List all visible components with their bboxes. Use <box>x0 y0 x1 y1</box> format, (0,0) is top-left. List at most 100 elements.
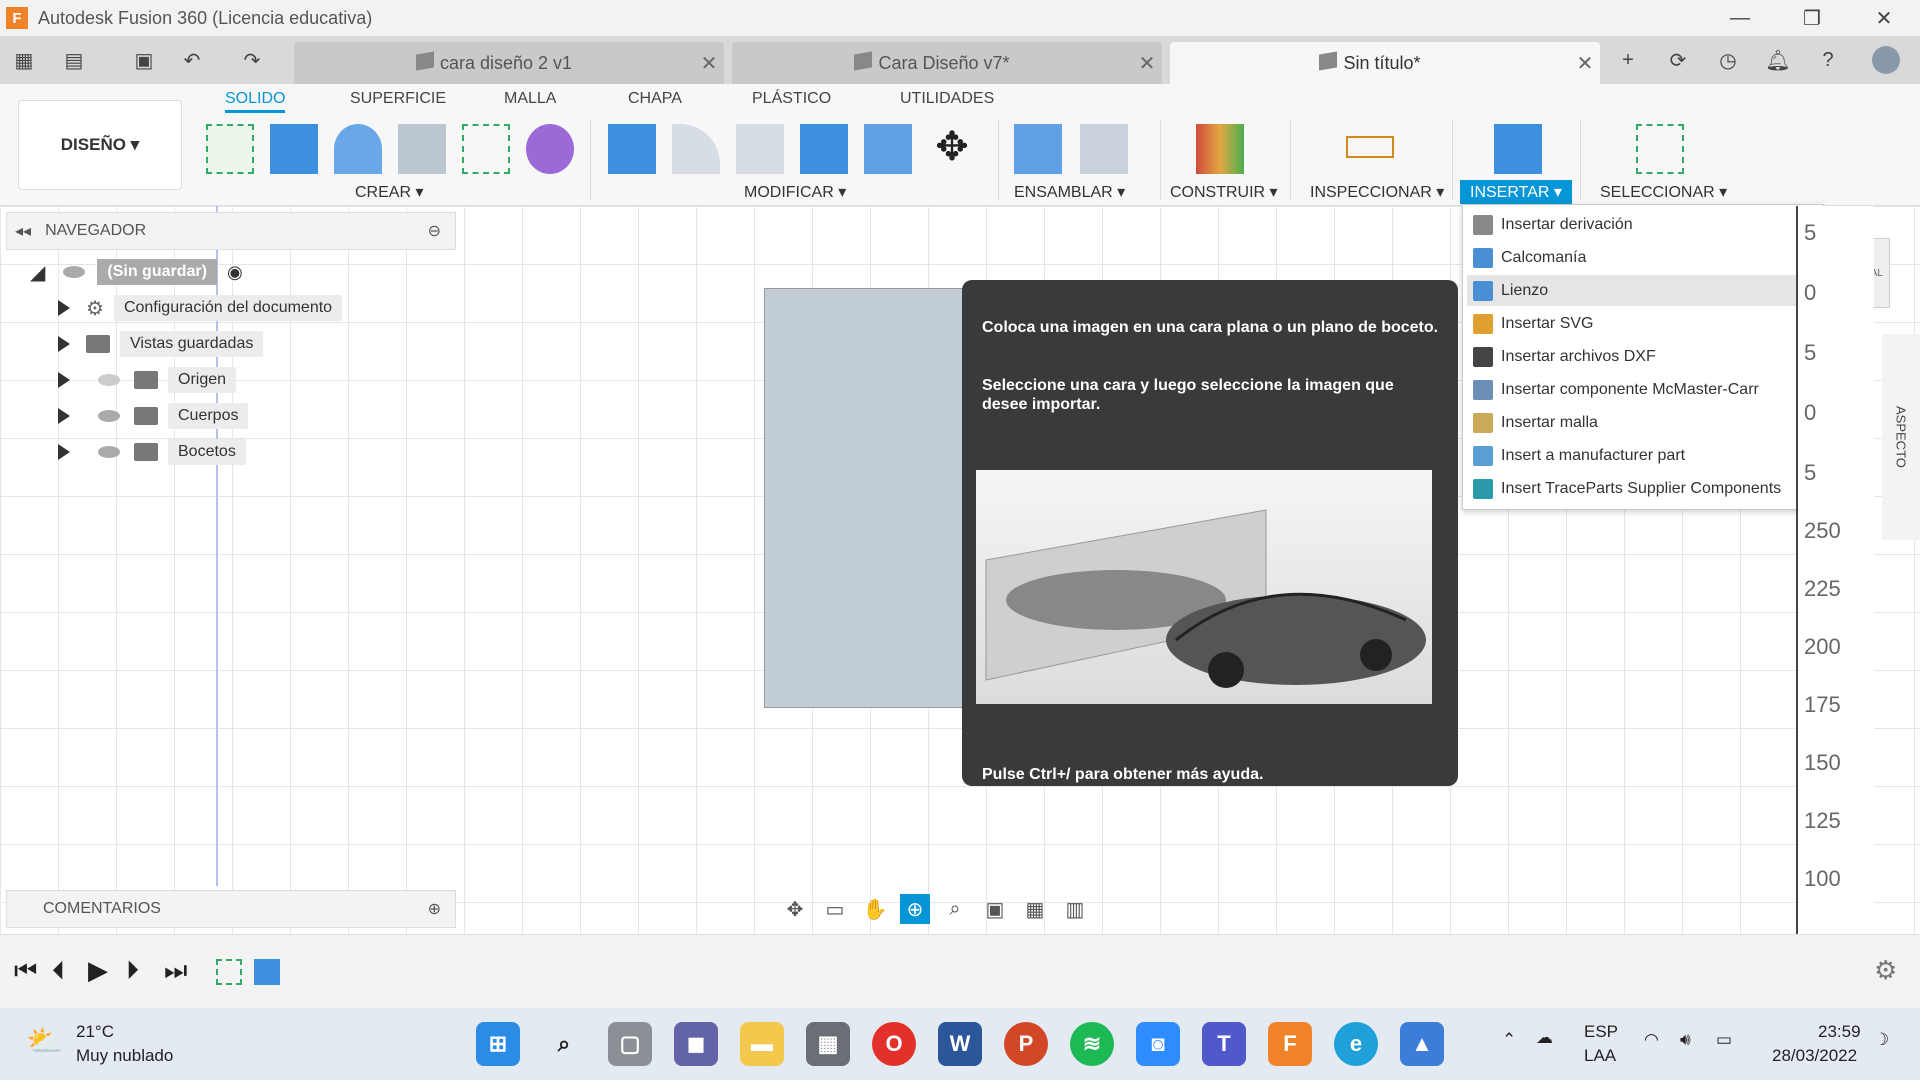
navigator-root[interactable]: ◢ (Sin guardar) ◉ <box>30 257 243 287</box>
language-layout[interactable]: LAA <box>1584 1046 1616 1066</box>
viewports-icon[interactable]: ▥ <box>1060 894 1090 924</box>
first-step-icon[interactable]: ⏮ <box>14 955 37 987</box>
menu-item-manufacturer-part[interactable]: Insert a manufacturer part <box>1467 440 1821 471</box>
menu-item-insert-mesh[interactable]: Insertar malla <box>1467 407 1821 438</box>
close-tab-icon[interactable]: ✕ <box>1132 51 1162 76</box>
clock-time[interactable]: 23:59 <box>1818 1022 1861 1042</box>
edge-icon[interactable]: e <box>1334 1022 1378 1066</box>
insert-image-icon[interactable] <box>1494 124 1542 174</box>
fillet-icon[interactable] <box>672 124 720 174</box>
maximize-button[interactable]: ❐ <box>1782 0 1842 36</box>
extrude-icon[interactable] <box>270 124 318 174</box>
navigator-item[interactable]: Cuerpos <box>58 401 249 431</box>
play-icon[interactable]: ▶ <box>88 955 108 986</box>
timeline-settings-icon[interactable]: ⚙ <box>1874 955 1897 986</box>
notifications-icon[interactable]: 🔔︎ <box>1764 46 1792 74</box>
previous-step-icon[interactable]: ⏴ <box>52 955 65 987</box>
tab-plastico[interactable]: PLÁSTICO <box>752 90 831 108</box>
timeline-extrude-icon[interactable] <box>254 959 280 985</box>
weather-temperature[interactable]: 21°C <box>76 1022 114 1042</box>
next-step-icon[interactable]: ⏵ <box>126 955 139 987</box>
measure-icon[interactable] <box>1346 136 1394 158</box>
navigator-item[interactable]: Origen <box>58 365 237 395</box>
look-at-icon[interactable]: ▭ <box>820 894 850 924</box>
menu-item-insert-dxf[interactable]: Insertar archivos DXF <box>1467 341 1821 372</box>
visibility-icon[interactable] <box>63 266 86 278</box>
tab-malla[interactable]: MALLA <box>504 90 556 108</box>
visibility-icon[interactable] <box>98 446 120 458</box>
shell-icon[interactable] <box>736 124 784 174</box>
expand-icon[interactable] <box>58 336 70 352</box>
navigator-options-icon[interactable]: ⊖ <box>428 221 441 241</box>
visibility-icon[interactable] <box>98 410 120 422</box>
tab-superficie[interactable]: SUPERFICIE <box>350 90 446 108</box>
word-icon[interactable]: W <box>938 1022 982 1066</box>
extensions-icon[interactable]: ⟳ <box>1664 46 1692 74</box>
orbit-icon[interactable]: ✥ <box>780 894 810 924</box>
navigator-item[interactable]: Bocetos <box>58 437 246 467</box>
volume-icon[interactable]: 🔊︎ <box>1680 1030 1691 1050</box>
group-construir[interactable]: CONSTRUIR ▾ <box>1170 182 1278 202</box>
pan-hand-icon[interactable]: ✋ <box>860 894 890 924</box>
align-icon[interactable] <box>864 124 912 174</box>
new-tab-icon[interactable]: + <box>1614 46 1642 74</box>
activate-radio-icon[interactable]: ◉ <box>227 262 243 283</box>
form-icon[interactable] <box>526 124 574 174</box>
menu-item-mcmaster[interactable]: Insertar componente McMaster-Carr <box>1467 374 1821 405</box>
group-modificar[interactable]: MODIFICAR ▾ <box>744 182 846 202</box>
hidden-eye-icon[interactable] <box>98 374 120 386</box>
group-seleccionar[interactable]: SELECCIONAR ▾ <box>1600 182 1727 202</box>
focus-assist-icon[interactable]: ☽ <box>1874 1030 1889 1050</box>
onedrive-icon[interactable]: ☁ <box>1536 1028 1553 1048</box>
navigator-item[interactable]: Vistas guardadas <box>58 329 264 359</box>
powerpoint-icon[interactable]: P <box>1004 1022 1048 1066</box>
group-inspeccionar[interactable]: INSPECCIONAR ▾ <box>1310 182 1444 202</box>
close-tab-icon[interactable]: ✕ <box>1570 51 1600 76</box>
group-ensamblar[interactable]: ENSAMBLAR ▾ <box>1014 182 1125 202</box>
joint-icon[interactable] <box>1080 124 1128 174</box>
last-step-icon[interactable]: ⏭ <box>164 955 187 987</box>
start-icon[interactable]: ⊞ <box>476 1022 520 1066</box>
select-icon[interactable] <box>1636 124 1684 174</box>
menu-item-insert-derive[interactable]: Insertar derivación <box>1467 209 1821 240</box>
teams-icon[interactable]: T <box>1202 1022 1246 1066</box>
tab-utilidades[interactable]: UTILIDADES <box>900 90 994 108</box>
calculator-icon[interactable]: ▦ <box>806 1022 850 1066</box>
expand-icon[interactable] <box>58 408 70 424</box>
pattern-icon[interactable] <box>462 124 510 174</box>
spotify-icon[interactable]: ≋ <box>1070 1022 1114 1066</box>
redo-icon[interactable]: ↷ <box>238 46 266 74</box>
help-icon[interactable]: ? <box>1814 46 1842 74</box>
search-icon[interactable]: ⌕ <box>542 1022 586 1066</box>
language-code[interactable]: ESP <box>1584 1022 1618 1042</box>
opera-icon[interactable]: O <box>872 1022 916 1066</box>
timeline-sketch-icon[interactable] <box>216 959 242 985</box>
aspect-panel[interactable]: ASPECTO <box>1882 334 1920 540</box>
minimize-button[interactable]: — <box>1710 0 1770 36</box>
chat-icon[interactable]: ◼ <box>674 1022 718 1066</box>
model-body[interactable] <box>764 288 964 708</box>
clock-date[interactable]: 28/03/2022 <box>1772 1046 1857 1066</box>
revolve-icon[interactable] <box>334 124 382 174</box>
photos-icon[interactable]: ▲ <box>1400 1022 1444 1066</box>
file-explorer-icon[interactable]: ▬ <box>740 1022 784 1066</box>
menu-item-decal[interactable]: Calcomanía <box>1467 242 1821 273</box>
document-tab-active[interactable]: Sin título* ✕ <box>1170 42 1600 84</box>
battery-icon[interactable]: ▭ <box>1716 1030 1732 1050</box>
job-status-icon[interactable]: ◷ <box>1714 46 1742 74</box>
zoom-icon[interactable]: ⊕ <box>900 894 930 924</box>
hole-icon[interactable] <box>398 124 446 174</box>
collapse-icon[interactable]: ◂◂ <box>15 221 31 241</box>
expand-icon[interactable] <box>58 444 70 460</box>
tab-chapa[interactable]: CHAPA <box>628 90 682 108</box>
grid-menu-icon[interactable]: ▦ <box>10 46 38 74</box>
weather-icon[interactable]: ⛅ <box>26 1024 63 1059</box>
file-icon[interactable]: ▤ <box>60 46 88 74</box>
menu-item-canvas[interactable]: Lienzo⋮ <box>1467 275 1821 306</box>
navigator-item[interactable]: ⚙ Configuración del documento <box>58 293 343 323</box>
document-tab[interactable]: Cara Diseño v7* ✕ <box>732 42 1162 84</box>
display-settings-icon[interactable]: ▣ <box>980 894 1010 924</box>
document-tab[interactable]: cara diseño 2 v1 ✕ <box>294 42 724 84</box>
fusion-app-icon[interactable]: F <box>1268 1022 1312 1066</box>
close-button[interactable]: ✕ <box>1854 0 1914 36</box>
